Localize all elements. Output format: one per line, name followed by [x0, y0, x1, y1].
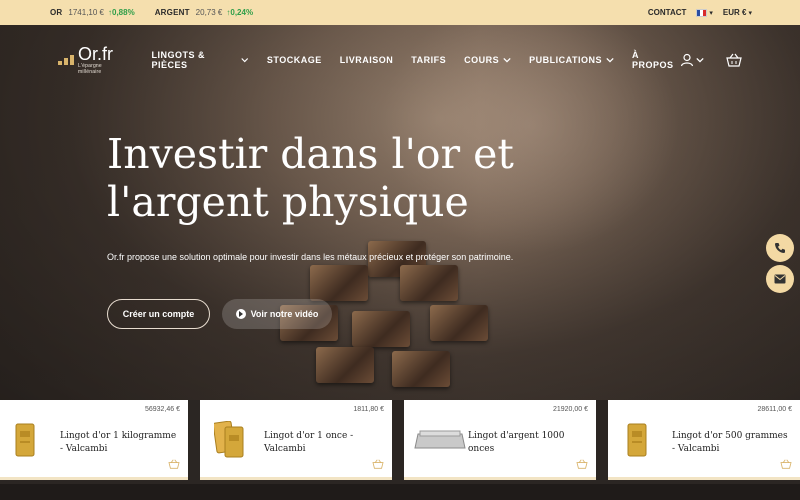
main-nav: Or.fr L'épargne millénaire LINGOTS & PIÈ…: [0, 25, 800, 95]
ticker-price: 20,73 €: [195, 8, 223, 17]
product-price: 21920,00 €: [552, 406, 588, 413]
basket-icon[interactable]: [372, 459, 384, 469]
ticker-price: 1741,10 €: [68, 8, 104, 17]
featured-products: 56932,46 € Lingot d'or 1 kilogramme - Va…: [0, 400, 800, 500]
product-name: Lingot d'or 1 once - Valcambi: [264, 431, 354, 454]
product-price: 56932,46 €: [144, 406, 180, 413]
language-selector[interactable]: ▾: [696, 8, 713, 17]
logo-tagline: L'épargne millénaire: [78, 63, 102, 75]
product-card[interactable]: 1811,80 € Lingot d'or 1 once - Valcambi: [200, 400, 392, 480]
phone-icon: [775, 243, 785, 253]
ticker-gold[interactable]: OR 1741,10 € ↑0,88%: [50, 8, 135, 17]
gold-bar-icon: [620, 420, 654, 460]
basket-icon[interactable]: [780, 459, 792, 469]
nav-item-tarifs[interactable]: TARIFS: [411, 55, 446, 65]
product-card[interactable]: 21920,00 € Lingot d'argent 1000 onces: [404, 400, 596, 480]
nav-menu: LINGOTS & PIÈCES STOCKAGE LIVRAISON TARI…: [152, 50, 680, 70]
envelope-icon: [774, 274, 786, 284]
currency-label: EUR €: [722, 8, 747, 17]
ticker-delta: ↑0,24%: [226, 8, 254, 17]
nav-item-stockage[interactable]: STOCKAGE: [267, 55, 322, 65]
nav-item-publications[interactable]: PUBLICATIONS: [529, 55, 614, 65]
hero-content: Investir dans l'or et l'argent physique …: [107, 130, 527, 262]
product-name: Lingot d'argent 1000 onces: [468, 431, 565, 454]
email-button[interactable]: [766, 265, 794, 293]
product-name: Lingot d'or 500 grammes - Valcambi: [672, 431, 788, 454]
contact-link[interactable]: CONTACT: [648, 8, 687, 17]
caret-down-icon: ▾: [748, 9, 752, 17]
chevron-down-icon: [241, 58, 249, 63]
watch-video-button[interactable]: Voir notre vidéo: [222, 299, 332, 329]
product-card[interactable]: 56932,46 € Lingot d'or 1 kilogramme - Va…: [0, 400, 188, 480]
nav-item-lingots-pieces[interactable]: LINGOTS & PIÈCES: [152, 50, 249, 70]
chevron-down-icon: [696, 57, 704, 63]
phone-button[interactable]: [766, 234, 794, 262]
watch-video-label: Voir notre vidéo: [250, 309, 319, 319]
play-icon: [235, 309, 246, 319]
currency-selector[interactable]: EUR € ▾: [723, 8, 752, 17]
user-icon: [680, 53, 694, 67]
price-ticker-bar: OR 1741,10 € ↑0,88% ARGENT 20,73 € ↑0,24…: [0, 0, 800, 25]
hero-title: Investir dans l'or et l'argent physique: [107, 130, 514, 226]
logo-text: Or.fr: [78, 44, 113, 64]
product-card[interactable]: 28611,00 € Lingot d'or 500 grammes - Val…: [608, 400, 800, 480]
basket-icon[interactable]: [168, 459, 180, 469]
gold-bar-icon: [212, 420, 246, 460]
ticker-name: ARGENT: [154, 8, 190, 17]
ticker-silver[interactable]: ARGENT 20,73 € ↑0,24%: [155, 8, 253, 17]
gold-bar-icon: [8, 420, 42, 460]
site-logo[interactable]: Or.fr L'épargne millénaire: [58, 45, 126, 75]
chevron-down-icon: [606, 57, 614, 63]
silver-bar-icon: [412, 420, 468, 460]
chevron-down-icon: [503, 57, 511, 63]
ticker-name: OR: [50, 8, 63, 17]
caret-down-icon: ▾: [709, 9, 713, 17]
nav-item-livraison[interactable]: LIVRAISON: [340, 55, 394, 65]
basket-icon[interactable]: [726, 53, 742, 67]
hero-subtitle: Or.fr propose une solution optimale pour…: [107, 252, 514, 262]
logo-bars-icon: [58, 55, 74, 65]
product-name: Lingot d'or 1 kilogramme - Valcambi: [60, 431, 177, 454]
create-account-button[interactable]: Créer un compte: [107, 299, 210, 329]
france-flag-icon: [696, 8, 708, 17]
nav-item-a-propos[interactable]: À PROPOS: [632, 50, 680, 70]
account-menu[interactable]: [680, 53, 704, 67]
nav-item-cours[interactable]: COURS: [464, 55, 511, 65]
basket-icon[interactable]: [576, 459, 588, 469]
product-price: 28611,00 €: [757, 406, 792, 413]
ticker-delta: ↑0,88%: [108, 8, 135, 17]
product-price: 1811,80 €: [353, 406, 384, 413]
